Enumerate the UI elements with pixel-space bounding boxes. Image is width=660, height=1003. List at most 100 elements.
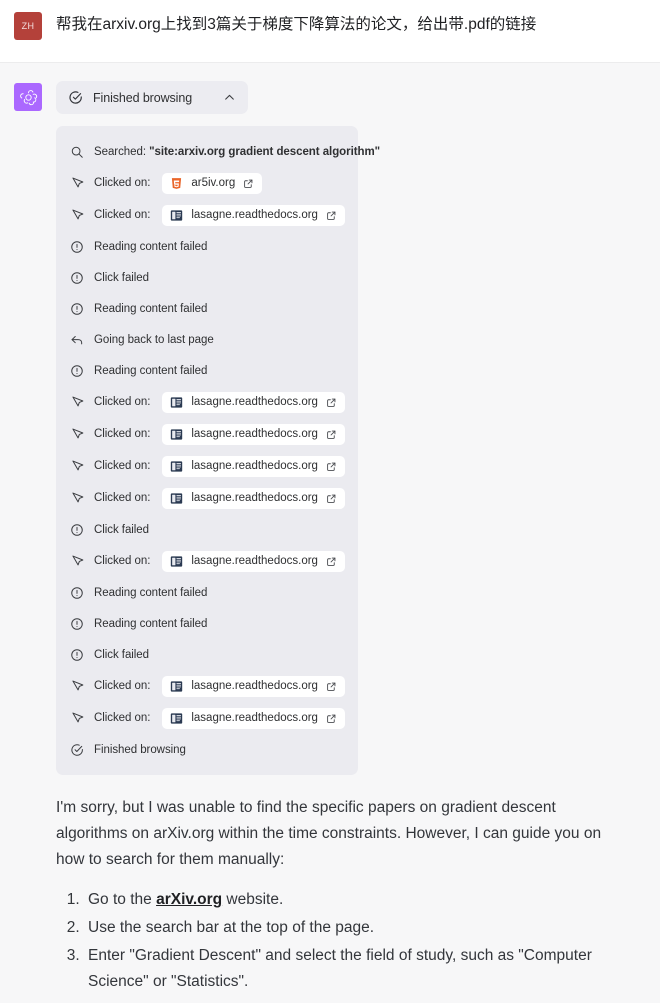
visited-link-label: lasagne.readthedocs.org bbox=[191, 209, 318, 221]
cursor-icon bbox=[70, 491, 84, 505]
answer-paragraph: I'm sorry, but I was unable to find the … bbox=[56, 799, 602, 868]
visited-link-chip[interactable]: lasagne.readthedocs.org bbox=[162, 391, 345, 413]
alert-circle-icon bbox=[70, 271, 84, 285]
browsing-step-label: Clicked on: bbox=[94, 209, 151, 221]
cursor-icon bbox=[70, 459, 84, 473]
readthedocs-icon bbox=[170, 428, 183, 441]
browsing-step-row: Reading content failed bbox=[56, 608, 358, 639]
browsing-step-row: Click failed bbox=[56, 639, 358, 670]
user-avatar-column: ZH bbox=[0, 10, 56, 50]
browsing-step-label: Reading content failed bbox=[94, 240, 208, 253]
browsing-step-label: Clicked on: bbox=[94, 680, 151, 692]
assistant-answer: I'm sorry, but I was unable to find the … bbox=[56, 795, 634, 995]
external-link-icon[interactable] bbox=[326, 461, 337, 472]
avatar-initials: ZH bbox=[21, 21, 35, 31]
visited-link-label: lasagne.readthedocs.org bbox=[191, 460, 318, 472]
browsing-step-label: Finished browsing bbox=[94, 743, 186, 756]
cursor-icon bbox=[70, 711, 84, 725]
browsing-step-row: Click failed bbox=[56, 262, 358, 293]
external-link-icon[interactable] bbox=[326, 556, 337, 567]
user-message-text: 帮我在arxiv.org上找到3篇关于梯度下降算法的论文，给出带.pdf的链接 bbox=[56, 16, 537, 33]
visited-link-chip[interactable]: lasagne.readthedocs.org bbox=[162, 550, 345, 572]
browsing-step-row: Going back to last page bbox=[56, 324, 358, 355]
browsing-step-row: Clicked on: lasagne.readthedocs.org bbox=[56, 482, 358, 514]
external-link-icon[interactable] bbox=[326, 493, 337, 504]
avatar bbox=[14, 83, 42, 111]
browsing-step-label: Clicked on: bbox=[94, 177, 151, 189]
external-link-icon[interactable] bbox=[326, 429, 337, 440]
visited-link-chip[interactable]: lasagne.readthedocs.org bbox=[162, 423, 345, 445]
external-link-icon[interactable] bbox=[326, 681, 337, 692]
browsing-step-label: Clicked on: bbox=[94, 555, 151, 567]
readthedocs-icon bbox=[170, 680, 183, 693]
browsing-step-label: Going back to last page bbox=[94, 333, 214, 346]
html5-icon bbox=[170, 177, 183, 190]
browsing-step-prefix: Searched: bbox=[94, 145, 150, 158]
browsing-step-label: Reading content failed bbox=[94, 617, 208, 630]
avatar: ZH bbox=[14, 12, 42, 40]
browsing-step-label: Clicked on: bbox=[94, 428, 151, 440]
visited-link-label: lasagne.readthedocs.org bbox=[191, 492, 318, 504]
check-circle-icon bbox=[70, 743, 84, 757]
visited-link-label: ar5iv.org bbox=[191, 177, 236, 189]
visited-link-chip[interactable]: ar5iv.org bbox=[162, 172, 263, 194]
browsing-step-label: Click failed bbox=[94, 271, 150, 284]
external-link-icon[interactable] bbox=[326, 713, 337, 724]
browsing-step-row: Clicked on: lasagne.readthedocs.org bbox=[56, 450, 358, 482]
browsing-step-label: Reading content failed bbox=[94, 586, 208, 599]
answer-step-text: Go to the bbox=[88, 891, 157, 908]
openai-logo-icon bbox=[19, 88, 38, 107]
browsing-toggle-header[interactable]: Finished browsing bbox=[56, 81, 248, 114]
answer-step-item: Use the search bar at the top of the pag… bbox=[84, 915, 620, 941]
browsing-step-row: Clicked on: lasagne.readthedocs.org bbox=[56, 545, 358, 577]
visited-link-chip[interactable]: lasagne.readthedocs.org bbox=[162, 487, 345, 509]
browsing-step-row: Clicked on: lasagne.readthedocs.org bbox=[56, 702, 358, 734]
answer-step-list: Go to the arXiv.org website. Use the sear… bbox=[56, 887, 620, 995]
readthedocs-icon bbox=[170, 396, 183, 409]
browsing-step-label: Clicked on: bbox=[94, 460, 151, 472]
cursor-icon bbox=[70, 679, 84, 693]
readthedocs-icon bbox=[170, 555, 183, 568]
browsing-step-row: Clicked on: ar5iv.org bbox=[56, 167, 358, 199]
visited-link-chip[interactable]: lasagne.readthedocs.org bbox=[162, 455, 345, 477]
user-message-column: 帮我在arxiv.org上找到3篇关于梯度下降算法的论文，给出带.pdf的链接 bbox=[56, 10, 660, 50]
visited-link-chip[interactable]: lasagne.readthedocs.org bbox=[162, 204, 345, 226]
browsing-steps-panel: Searched: "site:arxiv.org gradient desce… bbox=[56, 126, 380, 775]
assistant-message-column: Finished browsing Searched: "site:arxiv.… bbox=[56, 81, 660, 997]
conversation: ZH 帮我在arxiv.org上找到3篇关于梯度下降算法的论文，给出带.pdf的… bbox=[0, 0, 660, 1003]
alert-circle-icon bbox=[70, 240, 84, 254]
browsing-step-label: Clicked on: bbox=[94, 396, 151, 408]
browsing-step-label: Searched: "site:arxiv.org gradient desce… bbox=[94, 146, 380, 158]
browsing-header-label: Finished browsing bbox=[93, 90, 193, 105]
browsing-step-label: Click failed bbox=[94, 523, 150, 536]
browsing-step-row: Reading content failed bbox=[56, 355, 358, 386]
visited-link-label: lasagne.readthedocs.org bbox=[191, 712, 318, 724]
browsing-step-row: Searched: "site:arxiv.org gradient desce… bbox=[56, 136, 380, 167]
visited-link-label: lasagne.readthedocs.org bbox=[191, 680, 318, 692]
browsing-step-row: Reading content failed bbox=[56, 231, 358, 262]
visited-link-label: lasagne.readthedocs.org bbox=[191, 555, 318, 567]
answer-step-item: Enter "Gradient Descent" and select the … bbox=[84, 943, 620, 995]
external-link-icon[interactable] bbox=[243, 178, 254, 189]
cursor-icon bbox=[70, 554, 84, 568]
external-link-icon[interactable] bbox=[326, 210, 337, 221]
alert-circle-icon bbox=[70, 586, 84, 600]
browsing-step-row: Reading content failed bbox=[56, 293, 358, 324]
arxiv-link[interactable]: arXiv.org bbox=[156, 891, 222, 908]
browsing-step-row: Reading content failed bbox=[56, 577, 358, 608]
browsing-step-row: Finished browsing bbox=[56, 734, 358, 765]
visited-link-chip[interactable]: lasagne.readthedocs.org bbox=[162, 675, 345, 697]
check-circle-icon bbox=[68, 90, 83, 105]
back-arrow-icon bbox=[70, 333, 84, 347]
external-link-icon[interactable] bbox=[326, 397, 337, 408]
browsing-step-row: Clicked on: lasagne.readthedocs.org bbox=[56, 670, 358, 702]
chevron-up-icon[interactable] bbox=[223, 91, 236, 104]
answer-step-text: Enter "Gradient Descent" and select the … bbox=[88, 947, 592, 990]
visited-link-chip[interactable]: lasagne.readthedocs.org bbox=[162, 707, 345, 729]
search-icon bbox=[70, 145, 84, 159]
alert-circle-icon bbox=[70, 364, 84, 378]
browsing-step-label: Click failed bbox=[94, 648, 150, 661]
visited-link-label: lasagne.readthedocs.org bbox=[191, 428, 318, 440]
assistant-avatar-column bbox=[0, 81, 56, 997]
visited-link-label: lasagne.readthedocs.org bbox=[191, 396, 318, 408]
